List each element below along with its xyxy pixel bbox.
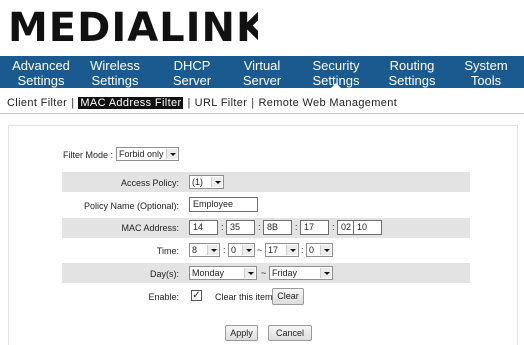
end-day-select[interactable]: Friday xyxy=(269,266,333,280)
start-hour-select[interactable]: 8 xyxy=(189,243,220,257)
policy-name-input[interactable]: Employee xyxy=(189,197,258,212)
nav-system-tools[interactable]: System Tools xyxy=(448,56,524,88)
subnav-url-filter[interactable]: URL Filter xyxy=(195,97,248,109)
chevron-down-icon xyxy=(207,245,218,255)
nav-wireless-settings[interactable]: Wireless Settings xyxy=(74,56,156,88)
nav-label: System xyxy=(464,58,508,73)
nav-advanced-settings[interactable]: Advanced Settings xyxy=(0,56,74,88)
subnav-separator: | xyxy=(71,97,75,109)
start-day-select[interactable]: Monday xyxy=(189,266,257,280)
enable-checkbox[interactable]: ✓ xyxy=(191,290,202,301)
end-hour-select[interactable]: 17 xyxy=(265,243,299,257)
end-hour-value: 17 xyxy=(268,245,279,255)
cancel-button[interactable]: Cancel xyxy=(268,325,312,341)
start-minute-select[interactable]: 0 xyxy=(228,243,255,257)
start-day-value: Monday xyxy=(192,268,225,278)
clear-button[interactable]: Clear xyxy=(272,288,304,305)
sub-nav: Client Filter | MAC Address Filter | URL Fil… xyxy=(7,95,397,111)
chevron-down-icon xyxy=(211,177,222,187)
time-colon: : xyxy=(223,245,226,255)
filter-mode-select[interactable]: Forbid only xyxy=(116,147,179,161)
access-policy-value: (1) xyxy=(192,177,203,187)
main-nav: Advanced Settings Wireless Settings DHCP… xyxy=(0,56,524,89)
subnav-remote-web-management[interactable]: Remote Web Management xyxy=(259,97,398,109)
days-range-separator: ~ xyxy=(261,268,267,278)
time-colon: : xyxy=(301,245,304,255)
subnav-mac-address-filter[interactable]: MAC Address Filter xyxy=(78,97,184,109)
mac-octet-3[interactable]: 8B xyxy=(263,220,292,235)
mac-octet-1[interactable]: 14 xyxy=(189,220,218,235)
nav-label: Settings xyxy=(17,73,65,88)
filter-mode-value: Forbid only xyxy=(119,149,164,159)
time-range-separator: ~ xyxy=(257,245,263,255)
divider xyxy=(0,113,524,114)
nav-label: Security xyxy=(312,58,360,73)
nav-virtual-server[interactable]: Virtual Server xyxy=(228,56,296,88)
nav-label: Wireless xyxy=(90,58,140,73)
apply-button[interactable]: Apply xyxy=(225,325,258,341)
end-minute-value: 0 xyxy=(309,245,315,255)
end-minute-select[interactable]: 0 xyxy=(306,243,333,257)
mac-octet-2[interactable]: 35 xyxy=(226,220,255,235)
chevron-down-icon xyxy=(320,245,331,255)
nav-dhcp-server[interactable]: DHCP Server xyxy=(156,56,228,88)
mac-separator: : xyxy=(258,222,261,232)
nav-label: Server xyxy=(172,73,212,88)
nav-label: Settings xyxy=(388,73,436,88)
nav-label: Tools xyxy=(470,73,502,88)
nav-label: Routing xyxy=(389,58,435,73)
mac-separator: : xyxy=(295,222,298,232)
nav-routing-settings[interactable]: Routing Settings xyxy=(376,56,448,88)
access-policy-select[interactable]: (1) xyxy=(189,175,224,189)
chevron-down-icon xyxy=(242,245,253,255)
time-label: Time: xyxy=(156,246,179,256)
chevron-down-icon xyxy=(166,149,177,159)
nav-label: Advanced xyxy=(12,58,70,73)
nav-security-settings[interactable]: Security Settings xyxy=(296,56,376,89)
enable-label: Enable: xyxy=(148,292,179,302)
medialink-logo: MEDIALINK xyxy=(8,5,258,49)
mac-separator: : xyxy=(221,222,224,232)
clear-item-label: Clear this item: xyxy=(215,292,276,302)
nav-label: Settings xyxy=(312,73,360,88)
policy-name-label: Policy Name (Optional): xyxy=(83,201,179,211)
chevron-down-icon xyxy=(286,245,297,255)
nav-label: Virtual xyxy=(243,58,281,73)
days-label: Day(s): xyxy=(150,269,179,279)
subnav-separator: | xyxy=(187,97,191,109)
nav-label: DHCP xyxy=(173,58,211,73)
mac-address-label: MAC Address: xyxy=(121,223,179,233)
subnav-separator: | xyxy=(251,97,255,109)
subnav-client-filter[interactable]: Client Filter xyxy=(7,97,67,109)
chevron-down-icon xyxy=(320,268,331,278)
filter-mode-label: Filter Mode : xyxy=(63,150,114,160)
nav-label: Settings xyxy=(91,73,139,88)
mac-separator: : xyxy=(332,222,335,232)
mac-octet-6[interactable]: 10 xyxy=(353,220,382,235)
start-minute-value: 0 xyxy=(231,245,237,255)
access-policy-label: Access Policy: xyxy=(120,178,179,188)
nav-label: Server xyxy=(242,73,282,88)
svg-text:MEDIALINK: MEDIALINK xyxy=(8,5,258,49)
end-day-value: Friday xyxy=(272,268,298,278)
chevron-down-icon xyxy=(244,268,255,278)
start-hour-value: 8 xyxy=(192,245,198,255)
mac-octet-4[interactable]: 17 xyxy=(300,220,329,235)
